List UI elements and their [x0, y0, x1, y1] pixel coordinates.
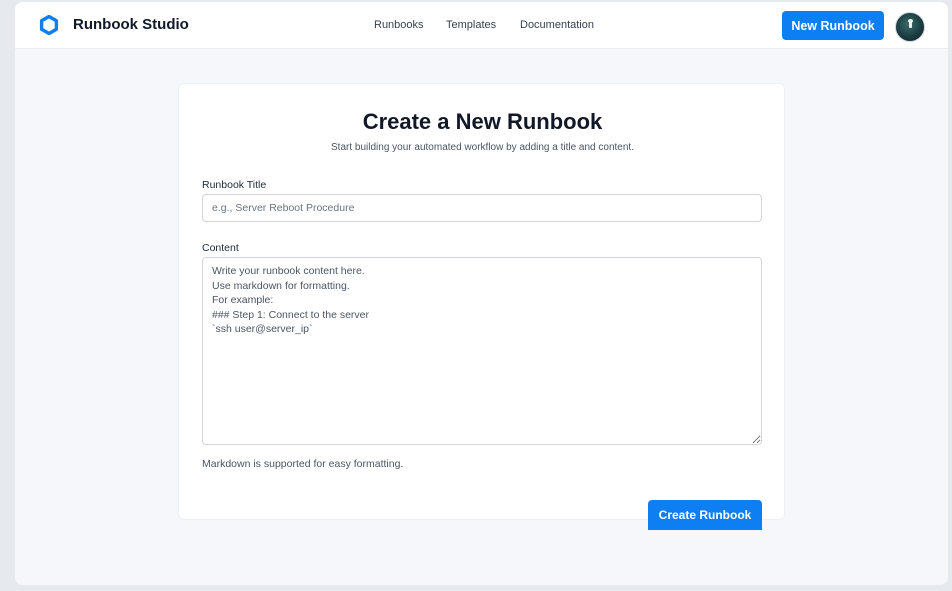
runbook-title-input[interactable] [202, 194, 762, 222]
markdown-help-text: Markdown is supported for easy formattin… [202, 458, 404, 470]
nav-link-documentation[interactable]: Documentation [520, 18, 594, 32]
nav-link-templates[interactable]: Templates [446, 18, 496, 32]
nav-link-runbooks[interactable]: Runbooks [374, 18, 424, 32]
avatar-head-icon [908, 19, 913, 23]
new-runbook-button[interactable]: New Runbook [782, 11, 884, 40]
page-subtitle: Start building your automated workflow b… [331, 142, 634, 153]
create-runbook-button[interactable]: Create Runbook [648, 500, 762, 530]
brand-name[interactable]: Runbook Studio [73, 15, 189, 35]
runbook-content-textarea[interactable] [202, 257, 762, 445]
user-avatar[interactable] [895, 12, 925, 42]
content-field-label: Content [202, 242, 239, 254]
title-field-label: Runbook Title [202, 179, 267, 191]
create-runbook-card: Create a New Runbook Start building your… [178, 83, 785, 530]
app-window: Runbook Studio Runbooks Templates Docume… [15, 2, 948, 585]
page-title: Create a New Runbook [362, 109, 603, 134]
ring-logo-icon[interactable] [39, 15, 59, 35]
top-header: Runbook Studio Runbooks Templates Docume… [15, 2, 948, 49]
